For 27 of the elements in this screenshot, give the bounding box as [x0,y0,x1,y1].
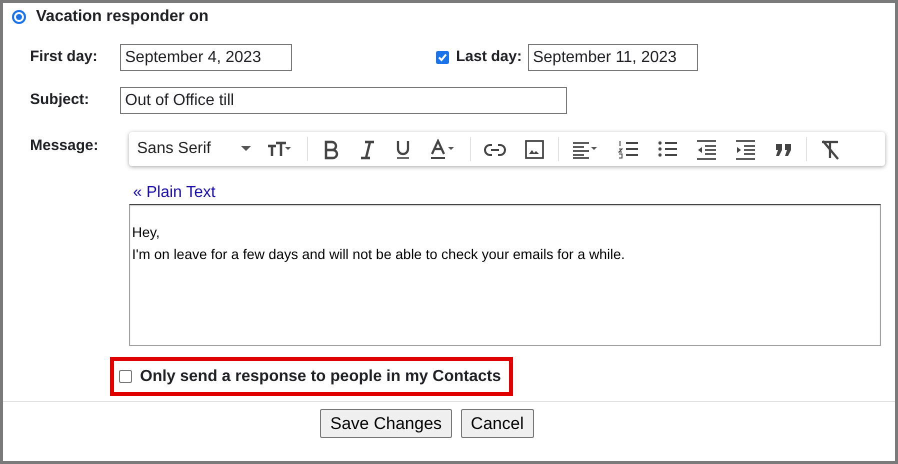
image-icon [524,138,545,160]
numbered-list-icon [618,138,639,160]
font-dropdown[interactable]: Sans Serif [129,135,257,163]
bulleted-list-icon [657,138,678,160]
cancel-button[interactable]: Cancel [460,409,534,438]
field-label: First day: [30,47,99,68]
message-field[interactable]: Hey, I'm on leave for a few days and will not be able to check your emails for a while. [129,204,881,346]
indent-less-icon [696,138,717,160]
field-label: Message: [30,136,100,153]
caret-icon [241,146,251,152]
message-line: Hey, [132,223,160,242]
plain-text-link[interactable]: « Plain Text [133,183,216,203]
clear-formatting-icon [820,138,840,160]
input-field[interactable]: September 11, 2023 [528,44,698,71]
text-color-icon [429,138,457,160]
checkbox-label: Only send a response to people in my Contacts [140,366,501,386]
checkbox[interactable] [119,370,132,383]
input-field[interactable]: September 4, 2023 [120,44,292,71]
save-button[interactable]: Save Changes [320,409,452,438]
field-label: Subject: [30,90,90,110]
field-label: Last day: [456,47,522,68]
input-field[interactable]: Out of Office till [120,87,567,114]
checkbox[interactable] [436,51,449,64]
radio-button[interactable] [12,10,26,24]
indent-more-icon [735,138,756,160]
radio-label: Vacation responder on [36,7,208,27]
message-line: I'm on leave for a few days and will not be able to check your emails for a while. [132,245,625,264]
